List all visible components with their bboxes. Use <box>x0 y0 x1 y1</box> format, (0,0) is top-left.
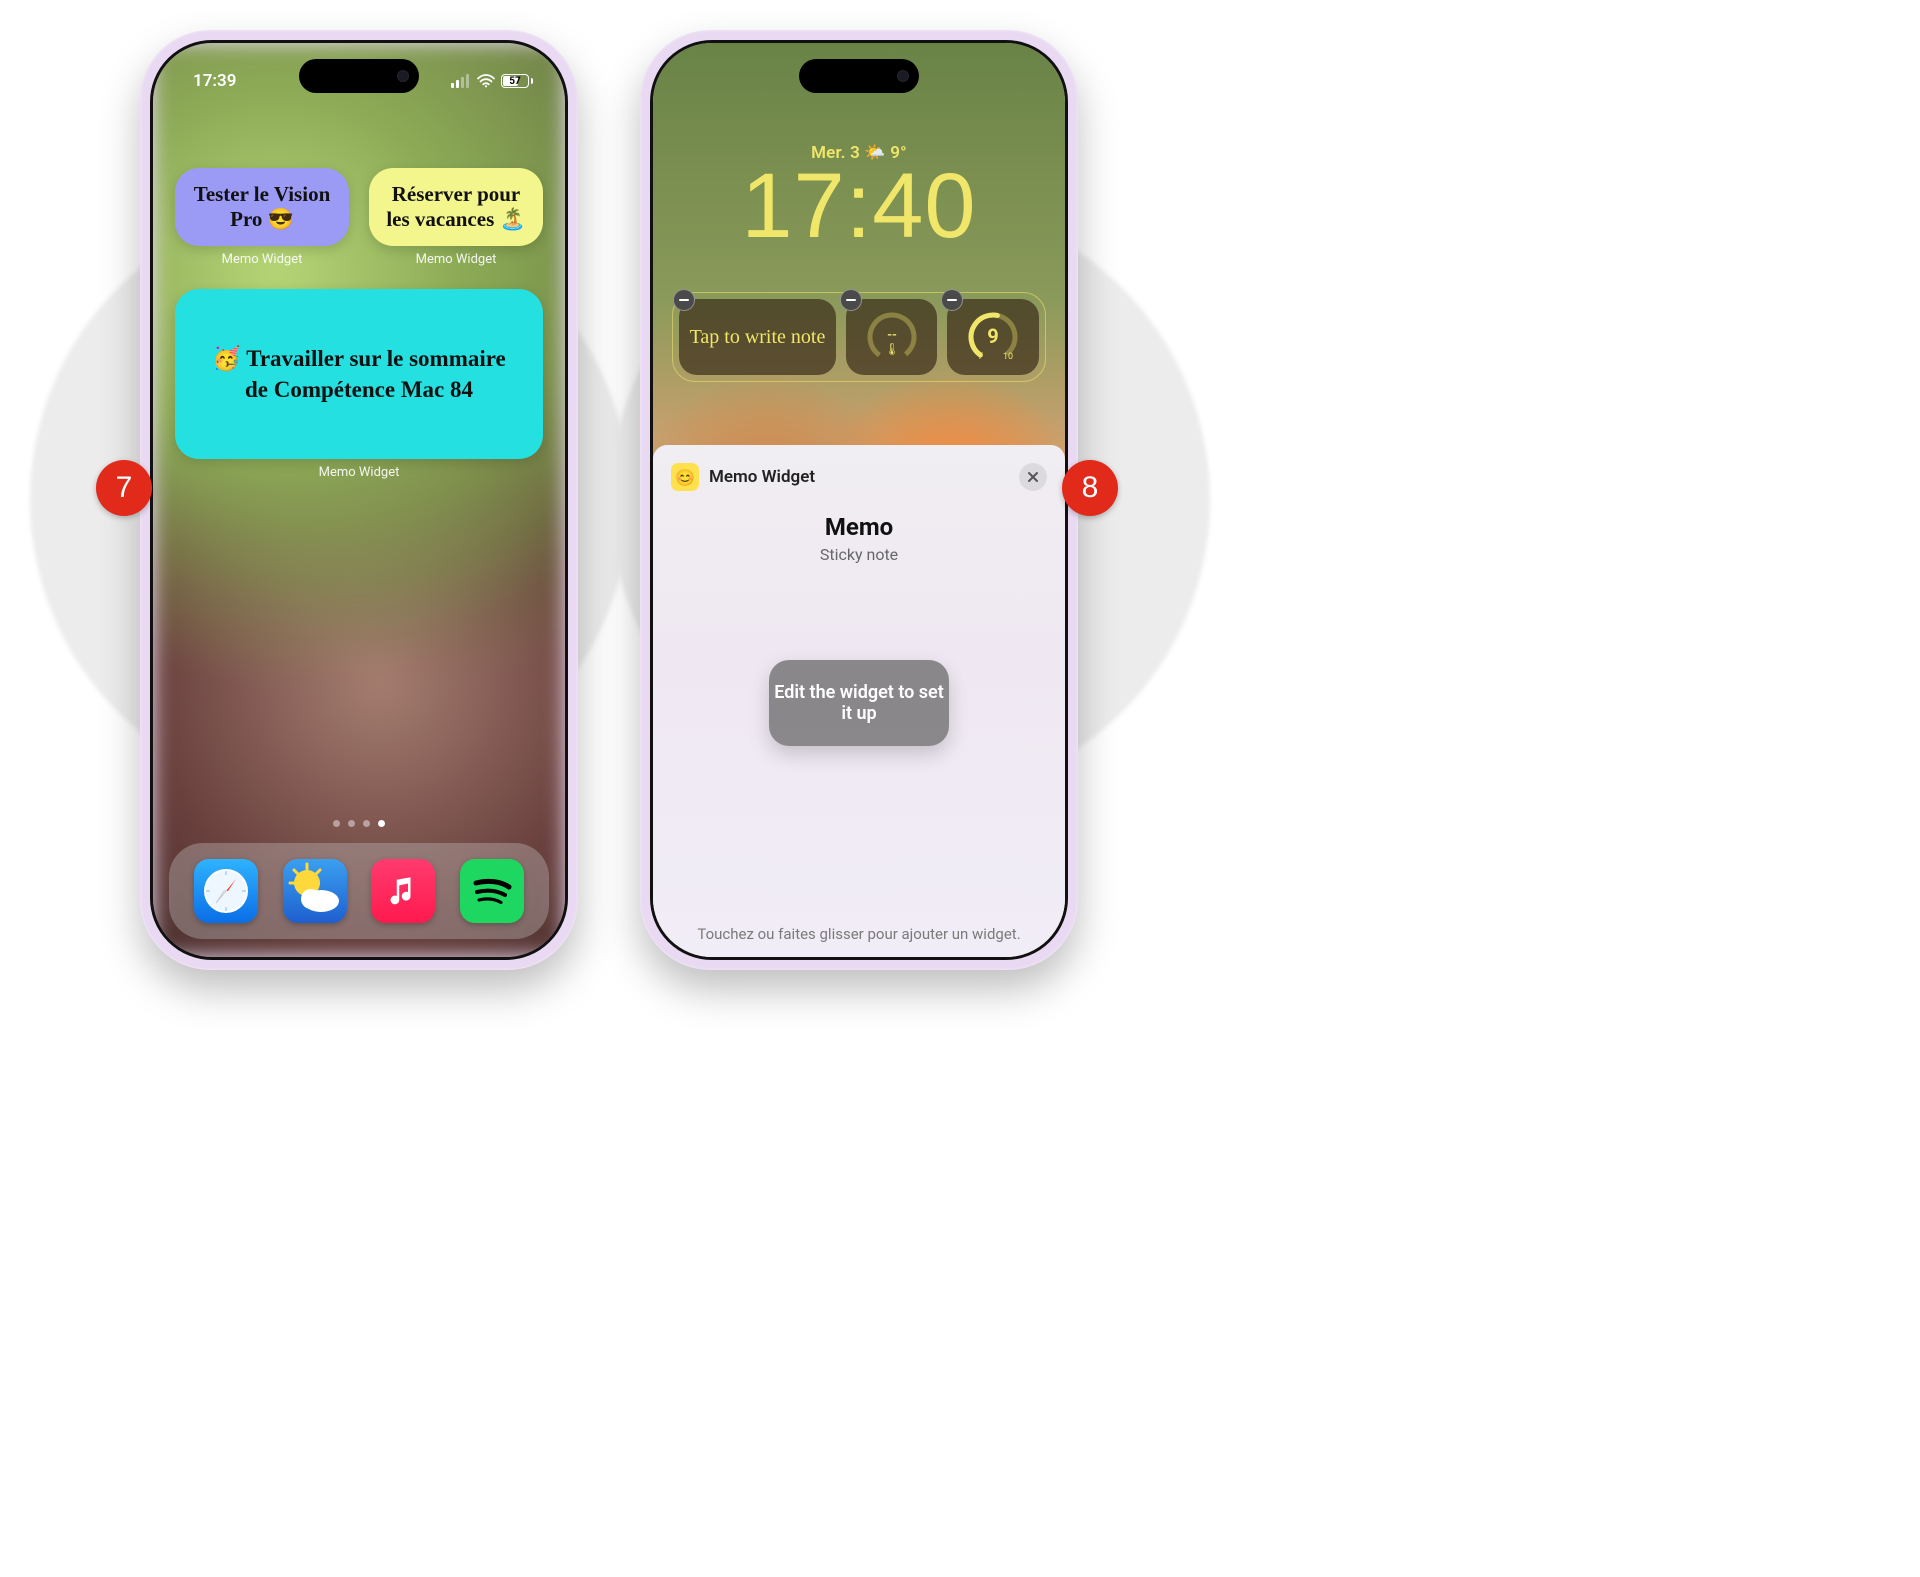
safari-app-icon[interactable] <box>194 859 258 923</box>
svg-text:🌡: 🌡 <box>884 342 899 356</box>
memo-widget-medium[interactable]: 🥳 Travailler sur le sommaire de Compéten… <box>175 289 543 459</box>
remove-widget-button[interactable] <box>840 289 862 311</box>
widget-caption: Memo Widget <box>369 252 543 267</box>
lock-time[interactable]: 17:40 <box>653 163 1065 250</box>
annotation-badge-8: 8 <box>1062 460 1118 516</box>
dock <box>169 843 549 939</box>
memo-widget-text: Tester le Vision Pro 😎 <box>189 182 335 232</box>
memo-widget-text: 🥳 Travailler sur le sommaire de Compéten… <box>199 343 519 405</box>
phone-right: Mer. 3 🌤️ 9° 17:40 Tap to write note -- … <box>640 30 1078 970</box>
status-bar: 17:39 57 <box>153 61 565 101</box>
svg-text:9: 9 <box>987 324 998 348</box>
signal-icon <box>451 74 469 88</box>
memo-widget-text: Réserver pour les vacances 🏝️ <box>383 182 529 232</box>
spotify-app-icon[interactable] <box>460 859 524 923</box>
remove-widget-button[interactable] <box>941 289 963 311</box>
svg-text:--: -- <box>887 328 897 343</box>
battery-icon: 57 <box>501 74 533 88</box>
svg-text:10: 10 <box>1003 352 1013 362</box>
widget-preview-text: Edit the widget to set it up <box>769 682 949 725</box>
phone-left: 17:39 57 <box>140 30 578 970</box>
widget-caption: Memo Widget <box>175 252 349 267</box>
remove-widget-button[interactable] <box>673 289 695 311</box>
memo-app-icon: 😊 <box>671 463 699 491</box>
memo-widget-small-1[interactable]: Tester le Vision Pro 😎 <box>175 168 349 246</box>
widget-preview[interactable]: Edit the widget to set it up <box>769 660 949 746</box>
music-app-icon[interactable] <box>371 859 435 923</box>
wifi-icon <box>477 74 495 88</box>
lock-widget-shelf[interactable]: Tap to write note -- 🌡 9 <box>673 293 1045 381</box>
sheet-subtitle: Sticky note <box>671 545 1047 564</box>
sheet-hint: Touchez ou faites glisser pour ajouter u… <box>671 925 1047 943</box>
close-icon[interactable] <box>1019 463 1047 491</box>
annotation-badge-7: 7 <box>96 460 152 516</box>
status-time: 17:39 <box>193 71 236 91</box>
lock-memo-widget[interactable]: Tap to write note <box>679 299 836 375</box>
lock-memo-text: Tap to write note <box>690 326 826 349</box>
dynamic-island <box>799 59 919 93</box>
sheet-app-name: Memo Widget <box>709 467 815 487</box>
svg-text:7: 7 <box>978 352 983 362</box>
battery-pct: 57 <box>509 76 520 87</box>
weather-app-icon[interactable] <box>283 859 347 923</box>
sheet-title: Memo <box>671 513 1047 541</box>
lock-gauge-widget-2[interactable]: 9 7 10 <box>947 299 1039 375</box>
memo-widget-small-2[interactable]: Réserver pour les vacances 🏝️ <box>369 168 543 246</box>
widget-picker-sheet: 😊 Memo Widget Memo Sticky note Edit the … <box>653 445 1065 957</box>
widget-caption: Memo Widget <box>175 465 543 480</box>
page-indicator[interactable] <box>153 820 565 827</box>
lock-gauge-widget-1[interactable]: -- 🌡 <box>846 299 938 375</box>
